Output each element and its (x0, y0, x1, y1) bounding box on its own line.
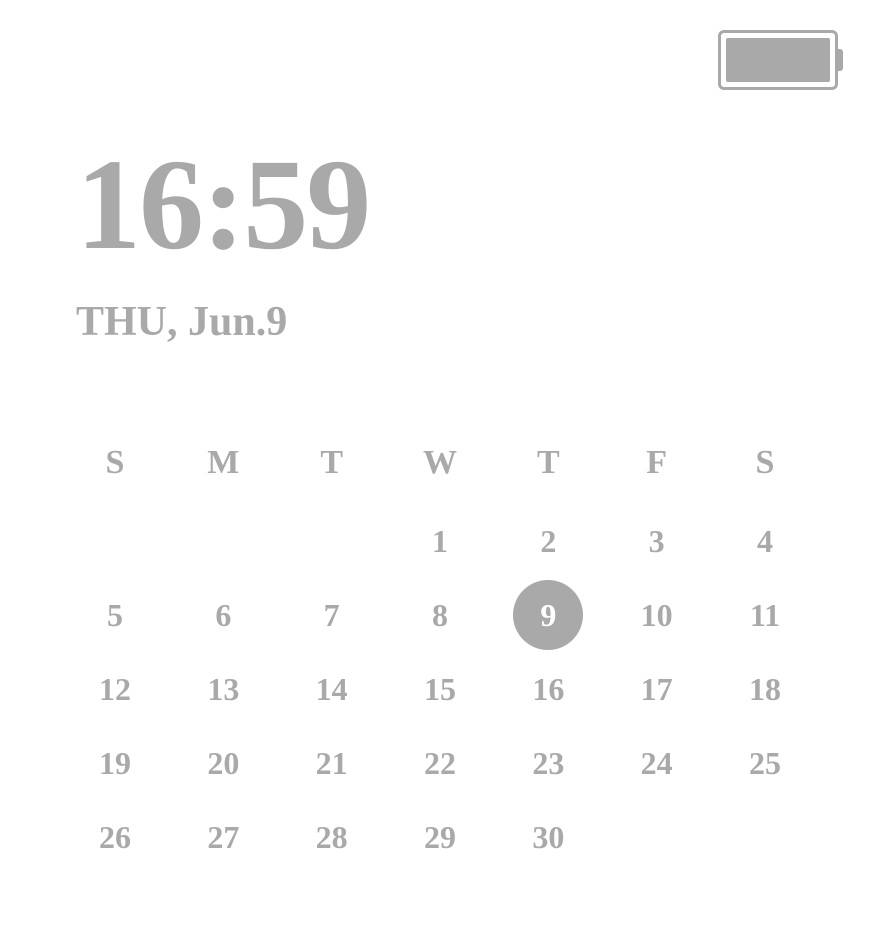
calendar-day-14[interactable]: 14 (287, 671, 377, 707)
clock-time: 16:59 (76, 140, 369, 270)
calendar-day-6[interactable]: 6 (178, 597, 268, 633)
calendar-day-18[interactable]: 18 (720, 671, 810, 707)
clock-widget: 16:59 THU, Jun.9 (76, 140, 369, 346)
calendar-day-25[interactable]: 25 (720, 745, 810, 781)
battery-fill (726, 38, 830, 82)
calendar-week-4: 19 20 21 22 23 24 25 (70, 745, 810, 781)
calendar-day-29[interactable]: 29 (395, 819, 485, 855)
calendar-day-12[interactable]: 12 (70, 671, 160, 707)
calendar-day-19[interactable]: 19 (70, 745, 160, 781)
calendar-day-30[interactable]: 30 (503, 819, 593, 855)
calendar-day-24[interactable]: 24 (612, 745, 702, 781)
calendar-day-5[interactable]: 5 (70, 597, 160, 633)
calendar-day-27[interactable]: 27 (178, 819, 268, 855)
calendar-widget: S M T W T F S 1 2 3 4 5 6 7 8 9 10 11 12… (70, 445, 810, 893)
calendar-day-2[interactable]: 2 (503, 523, 593, 559)
battery-tip-icon (837, 49, 843, 71)
calendar-day-23[interactable]: 23 (503, 745, 593, 781)
calendar-header-sun: S (70, 445, 160, 481)
calendar-week-2: 5 6 7 8 9 10 11 (70, 597, 810, 633)
calendar-day-13[interactable]: 13 (178, 671, 268, 707)
battery-indicator (718, 30, 846, 92)
calendar-day-3[interactable]: 3 (612, 523, 702, 559)
calendar-day-21[interactable]: 21 (287, 745, 377, 781)
calendar-week-1: 1 2 3 4 (70, 523, 810, 559)
calendar-day-28[interactable]: 28 (287, 819, 377, 855)
calendar-day-1[interactable]: 1 (395, 523, 485, 559)
calendar-day-26[interactable]: 26 (70, 819, 160, 855)
calendar-day-11[interactable]: 11 (720, 597, 810, 633)
calendar-day-15[interactable]: 15 (395, 671, 485, 707)
calendar-day-17[interactable]: 17 (612, 671, 702, 707)
calendar-day-22[interactable]: 22 (395, 745, 485, 781)
clock-date: THU, Jun.9 (76, 298, 369, 346)
calendar-week-5: 26 27 28 29 30 (70, 819, 810, 855)
calendar-day-20[interactable]: 20 (178, 745, 268, 781)
calendar-week-3: 12 13 14 15 16 17 18 (70, 671, 810, 707)
calendar-day-9-today[interactable]: 9 (503, 597, 593, 633)
calendar-header-wed: W (395, 445, 485, 481)
calendar-header-sat: S (720, 445, 810, 481)
calendar-header-tue: T (287, 445, 377, 481)
calendar-day-10[interactable]: 10 (612, 597, 702, 633)
calendar-day-16[interactable]: 16 (503, 671, 593, 707)
calendar-day-7[interactable]: 7 (287, 597, 377, 633)
calendar-header-fri: F (612, 445, 702, 481)
battery-icon (718, 30, 838, 90)
calendar-header-mon: M (178, 445, 268, 481)
calendar-header-thu: T (503, 445, 593, 481)
calendar-day-4[interactable]: 4 (720, 523, 810, 559)
calendar-header-row: S M T W T F S (70, 445, 810, 481)
calendar-day-8[interactable]: 8 (395, 597, 485, 633)
